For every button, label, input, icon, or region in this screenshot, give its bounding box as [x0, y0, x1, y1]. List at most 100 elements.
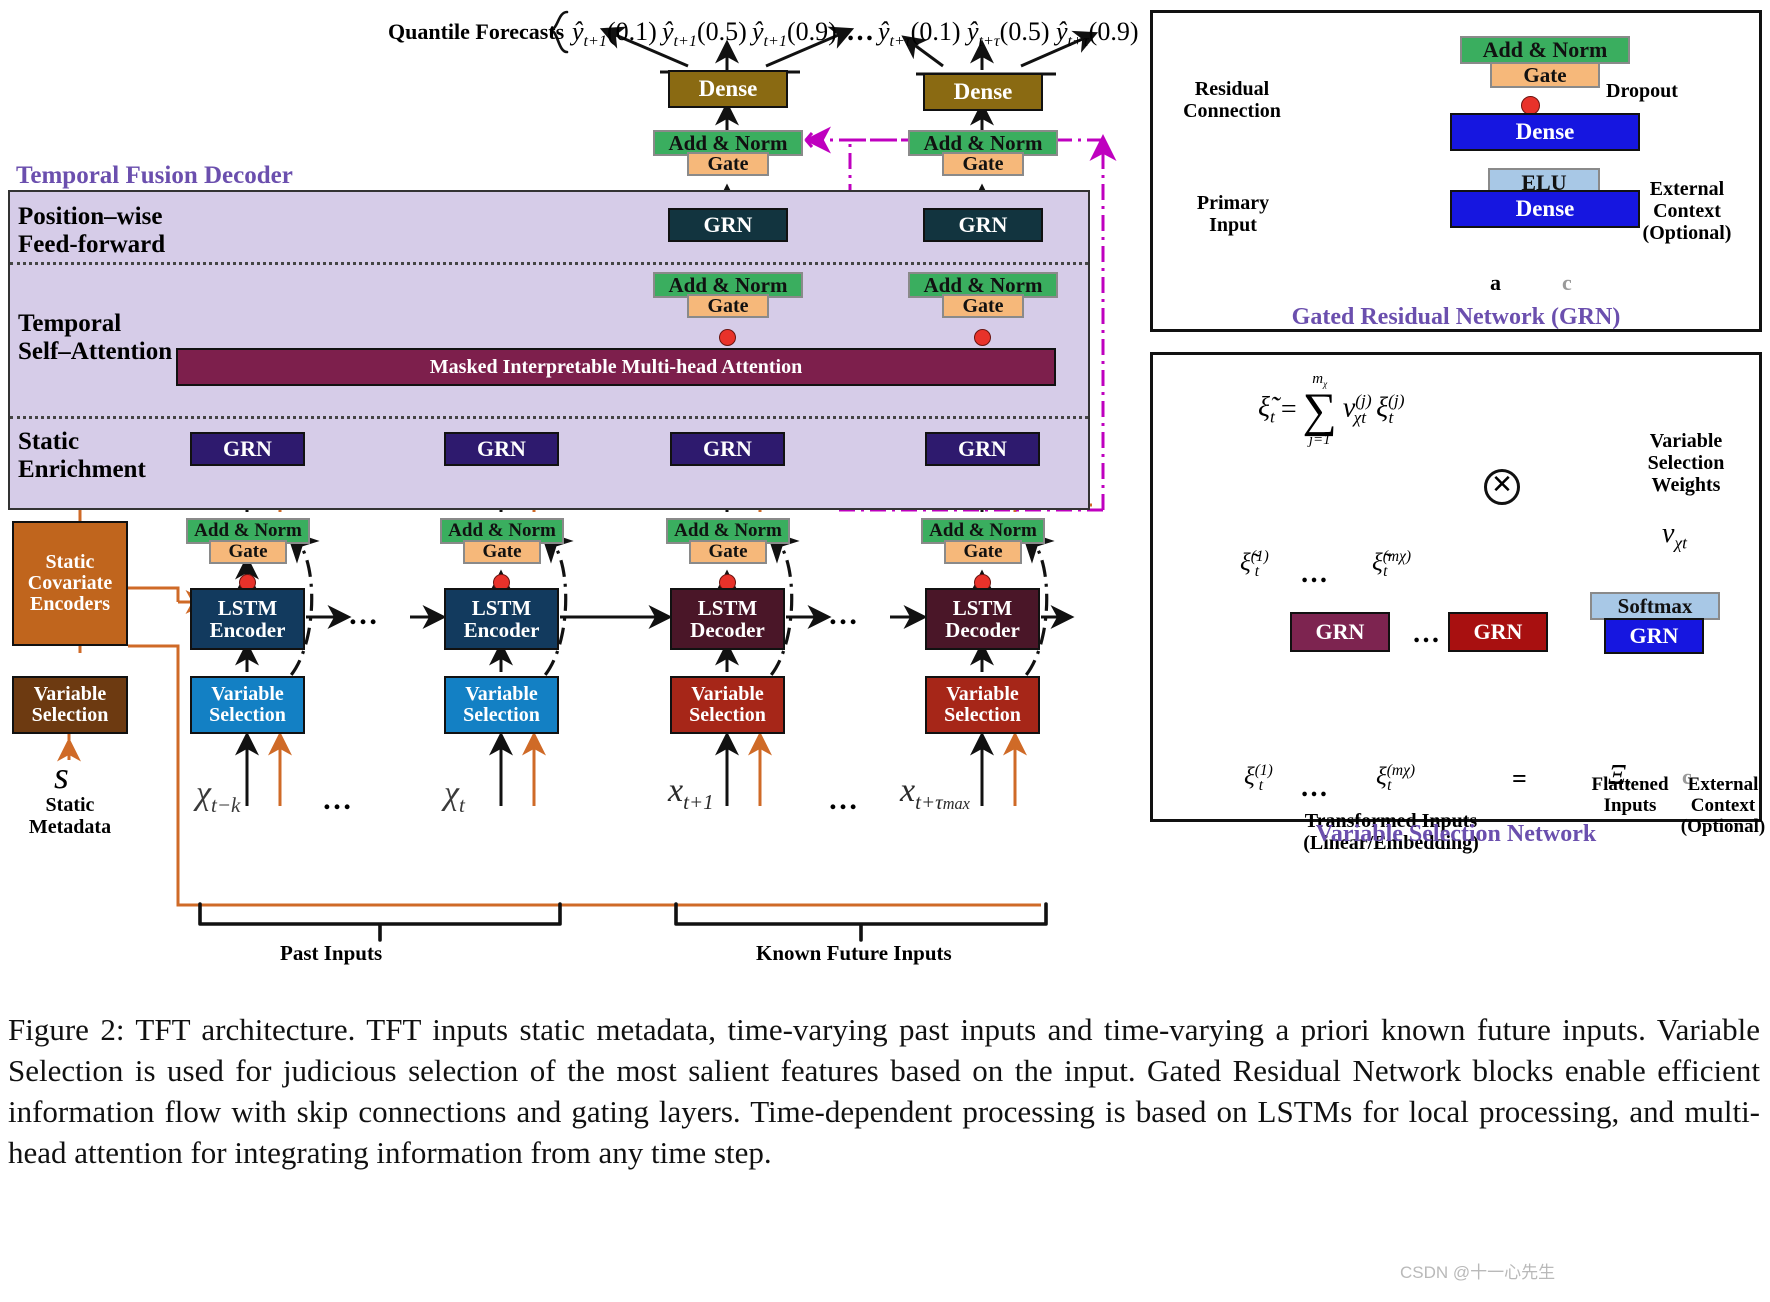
vs-label-l1: Variable — [691, 683, 764, 705]
grn-panel-dense-top[interactable]: Dense — [1450, 113, 1640, 151]
vsn-xi-1: ξ(1)t — [1244, 762, 1273, 795]
gate-col3-top[interactable]: Gate — [687, 152, 769, 176]
gate-lstm-col3[interactable]: Gate — [689, 540, 767, 564]
grn-panel-input-a-label: a — [1490, 270, 1501, 295]
lstm-encoder-col2[interactable]: LSTM Encoder — [444, 588, 559, 650]
vsn-multiply-icon: ✕ — [1484, 469, 1520, 505]
grn-static-enrichment-col4[interactable]: GRN — [925, 432, 1040, 466]
grn-feedforward-col3[interactable]: GRN — [668, 208, 788, 242]
gate-col3-mid[interactable]: Gate — [687, 294, 769, 318]
figure-caption: Figure 2: TFT architecture. TFT inputs s… — [8, 1012, 1760, 1170]
row-label-position-wise-l1: Position–wise — [18, 203, 163, 230]
vsn-flattened-inputs-label: Flattened Inputs — [1578, 774, 1682, 817]
quantile-forecasts-label: Quantile Forecasts — [388, 19, 565, 44]
lstm-decoder-col3[interactable]: LSTM Decoder — [670, 588, 785, 650]
vsn-weights-label: Variable Selection Weights — [1620, 430, 1752, 496]
variable-selection-future-col3[interactable]: Variable Selection — [670, 676, 785, 734]
qt-sub: t+τ — [889, 33, 911, 51]
weights-l2: Selection — [1647, 452, 1725, 474]
qt-sub: t+τ — [1067, 33, 1089, 51]
dense-block-col4[interactable]: Dense — [923, 73, 1043, 111]
gate-col4-top[interactable]: Gate — [942, 152, 1024, 176]
qt-q: (0.1) — [910, 17, 961, 46]
grn-panel-gate[interactable]: Gate — [1490, 62, 1600, 88]
static-covariate-encoders-block[interactable]: Static Covariate Encoders — [12, 521, 128, 646]
qt-q: (0.9) — [1088, 17, 1139, 46]
vsn-external-l1: External — [1687, 774, 1759, 795]
primary-l1: Primary — [1196, 192, 1270, 214]
xm-sub: t — [1387, 777, 1392, 795]
gate-lstm-col4[interactable]: Gate — [944, 540, 1022, 564]
lstm-encoder-label-l1: LSTM — [217, 595, 278, 620]
xtm-base: ξ̃ — [1372, 549, 1383, 577]
lstm-encoder-col1[interactable]: LSTM Encoder — [190, 588, 305, 650]
row-label-temporal-self-attention: Temporal Self–Attention — [18, 310, 172, 365]
grn-panel-add-norm[interactable]: Add & Norm — [1460, 36, 1630, 64]
static-metadata-caption: Static Metadata — [20, 794, 120, 838]
xm-base: ξ — [1376, 763, 1387, 791]
vsn-panel — [1150, 352, 1762, 822]
x1-sub: t — [1258, 777, 1264, 795]
vsn-xi-m: ξ(mχ)t — [1376, 762, 1415, 795]
lstm-encoder-label-l1: LSTM — [471, 595, 532, 620]
future-ellipsis: … — [828, 783, 858, 816]
qt-base: ŷ — [878, 17, 890, 46]
grn-panel-dropout-label: Dropout — [1606, 80, 1678, 102]
vsn-ellipsis-top: … — [1300, 558, 1328, 589]
past-first-sub: t−k — [210, 792, 241, 817]
static-caption-l1: Static — [45, 794, 95, 816]
vsn-equals-sign: = — [1512, 764, 1527, 793]
vs-label-l2: Selection — [31, 704, 109, 726]
vsn-eq-sum-bottom: j=1 — [1308, 431, 1331, 448]
grn-panel-title: Gated Residual Network (GRN) — [1291, 304, 1621, 330]
variable-selection-past-col1[interactable]: Variable Selection — [190, 676, 305, 734]
grn-static-enrichment-col1[interactable]: GRN — [190, 432, 305, 466]
qt-base: ŷ — [752, 17, 764, 46]
lstm-encoder-label-l2: Encoder — [209, 618, 286, 642]
flattened-l2: Inputs — [1603, 794, 1657, 816]
vsn-grn-weights[interactable]: GRN — [1604, 618, 1704, 654]
variable-selection-past-col2[interactable]: Variable Selection — [444, 676, 559, 734]
vs-label-l1: Variable — [211, 683, 284, 705]
variable-selection-static[interactable]: Variable Selection — [12, 676, 128, 734]
gate-col4-mid[interactable]: Gate — [942, 294, 1024, 318]
vsn-panel-title: Variable Selection Network — [1315, 821, 1597, 847]
grn-static-enrichment-col3[interactable]: GRN — [670, 432, 785, 466]
external-l1: External — [1649, 178, 1725, 200]
vsn-eq-equals: = — [1280, 393, 1297, 425]
sce-label-l1: Static — [45, 551, 95, 573]
quantile-ellipsis: … — [846, 16, 874, 47]
x1-sup: (1) — [1254, 762, 1273, 779]
lstm-decoder-label-l1: LSTM — [952, 595, 1013, 620]
vsn-softmax[interactable]: Softmax — [1590, 592, 1720, 620]
decoder-title: Temporal Fusion Decoder — [16, 162, 293, 189]
grn-panel-input-c-label: c — [1562, 270, 1572, 295]
vsn-eq-term1: v(j)χt — [1343, 391, 1372, 428]
xt1-sup: (1) — [1250, 548, 1269, 565]
lstm-ellipsis-encoder: … — [348, 598, 378, 631]
lstm-decoder-col4[interactable]: LSTM Decoder — [925, 588, 1040, 650]
gate-lstm-col2[interactable]: Gate — [463, 540, 541, 564]
grn-panel-dense-bottom[interactable]: Dense — [1450, 190, 1640, 228]
vs-label-l2: Selection — [944, 704, 1021, 726]
grn-panel-external-context-label: External Context (Optional) — [1622, 178, 1752, 244]
past-input-last-symbol: χt — [444, 775, 465, 818]
vsn-ellipsis-grn: … — [1412, 618, 1440, 649]
variable-selection-future-col4[interactable]: Variable Selection — [925, 676, 1040, 734]
vsn-grn-right[interactable]: GRN — [1448, 612, 1548, 652]
vsn-grn-left[interactable]: GRN — [1290, 612, 1390, 652]
quantile-y-t1-q09: ŷt+1(0.9) — [752, 17, 837, 51]
gate-lstm-col1[interactable]: Gate — [209, 540, 287, 564]
vsn-v-chi-t: vχt — [1662, 518, 1687, 554]
primary-l2: Input — [1209, 214, 1257, 236]
external-l2: Context — [1653, 200, 1721, 222]
residual-l1: Residual — [1194, 78, 1270, 100]
vsn-xi-tilde-1: ξ̃(1)t — [1240, 548, 1269, 581]
grn-static-enrichment-col2[interactable]: GRN — [444, 432, 559, 466]
masked-multihead-attention-block[interactable]: Masked Interpretable Multi-head Attentio… — [176, 348, 1056, 386]
dense-block-col3[interactable]: Dense — [668, 70, 788, 108]
t2b: ξ — [1376, 392, 1389, 424]
grn-feedforward-col4[interactable]: GRN — [923, 208, 1043, 242]
grn-panel — [1150, 10, 1762, 332]
vsn-equation: ξ̃t = mχ ∑ j=1 v(j)χt ξ(j)t — [1258, 372, 1405, 448]
